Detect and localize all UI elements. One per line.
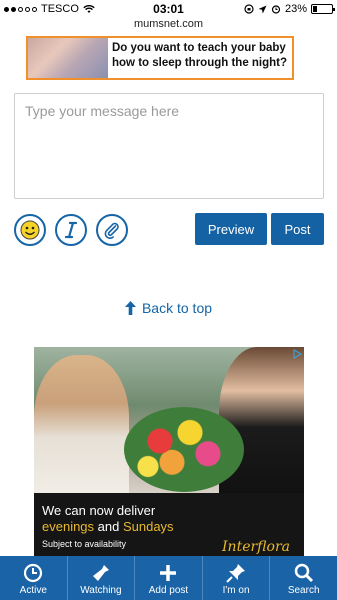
ad-photo-customer xyxy=(34,355,129,493)
search-icon xyxy=(294,563,313,583)
plus-icon xyxy=(160,565,177,581)
tab-im-on-label: I'm on xyxy=(222,585,250,596)
smiley-icon xyxy=(20,220,40,240)
bottom-tab-bar: Active Watching Add post I'm on Search xyxy=(0,556,337,600)
italic-icon xyxy=(64,221,78,239)
clock-icon xyxy=(24,563,43,583)
italic-button[interactable] xyxy=(55,214,87,246)
battery-icon xyxy=(311,4,335,14)
interflora-ad[interactable]: We can now deliver evenings and Sundays … xyxy=(34,347,304,557)
tab-active[interactable]: Active xyxy=(0,556,68,600)
ad-line-2-evenings: evenings xyxy=(42,519,95,534)
paperclip-icon xyxy=(104,222,119,239)
tab-im-on[interactable]: I'm on xyxy=(203,556,271,600)
torch-icon xyxy=(92,565,109,581)
status-right: 23% xyxy=(244,3,335,15)
pin-icon xyxy=(226,564,246,583)
baby-image xyxy=(28,38,108,78)
tab-add-post[interactable]: Add post xyxy=(135,556,203,600)
smiley-button[interactable] xyxy=(14,214,46,246)
back-to-top-link[interactable]: Back to top xyxy=(0,300,337,316)
ad-line-1: We can now deliver xyxy=(42,503,156,518)
post-button[interactable]: Post xyxy=(271,213,324,245)
tab-search[interactable]: Search xyxy=(270,556,337,600)
tab-add-post-label: Add post xyxy=(148,585,189,596)
adchoices-icon[interactable] xyxy=(292,349,302,359)
ad-text-area: We can now deliver evenings and Sundays … xyxy=(34,493,304,557)
ad-logo: Interflora xyxy=(222,539,290,555)
preview-button[interactable]: Preview xyxy=(195,213,267,245)
tab-active-label: Active xyxy=(19,585,47,596)
attachment-button[interactable] xyxy=(96,214,128,246)
alarm-icon xyxy=(271,5,281,14)
tab-watching-label: Watching xyxy=(80,585,122,596)
ad-line-2-and: and xyxy=(94,519,123,534)
message-input[interactable]: Type your message here xyxy=(14,93,324,199)
tab-search-label: Search xyxy=(287,585,320,596)
status-bar: TESCO 03:01 23% xyxy=(0,0,337,18)
rotation-lock-icon xyxy=(244,4,254,14)
ad-line-2: evenings and Sundays xyxy=(42,519,296,535)
battery-percent: 23% xyxy=(284,3,307,15)
banner-ad-text: Do you want to teach your baby how to sl… xyxy=(112,42,288,69)
tab-watching[interactable]: Watching xyxy=(68,556,136,600)
address-bar[interactable]: mumsnet.com xyxy=(0,18,337,30)
location-icon xyxy=(258,5,267,13)
arrow-up-icon xyxy=(124,301,136,315)
ad-line-2-sundays: Sundays xyxy=(122,519,174,534)
ad-photo-bouquet xyxy=(124,407,244,492)
back-to-top-label: Back to top xyxy=(141,300,213,316)
banner-ad[interactable]: Do you want to teach your baby how to sl… xyxy=(26,36,294,80)
